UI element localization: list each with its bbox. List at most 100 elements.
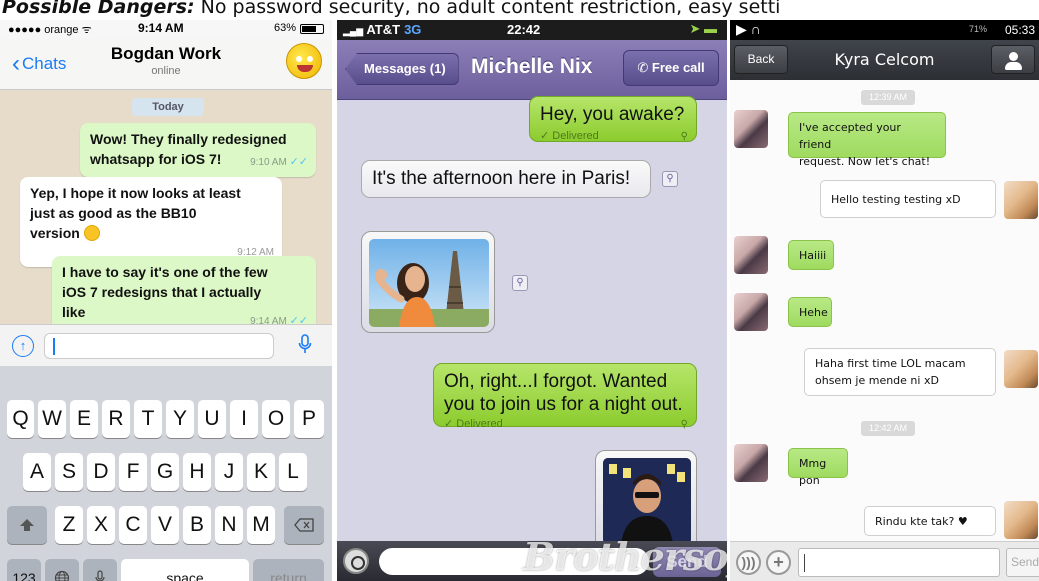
return-key[interactable]: return xyxy=(253,559,324,581)
status-bar: ▶ ∩ 71% 05:33 xyxy=(730,20,1039,40)
key-z[interactable]: Z xyxy=(55,506,83,544)
key-o[interactable]: O xyxy=(262,400,290,438)
plus-icon[interactable]: + xyxy=(766,550,791,575)
message-bubble-incoming[interactable]: Hehe xyxy=(788,297,832,327)
contact-avatar[interactable] xyxy=(734,444,768,482)
key-e[interactable]: E xyxy=(70,400,98,438)
key-x[interactable]: X xyxy=(87,506,115,544)
key-u[interactable]: U xyxy=(198,400,226,438)
message-line: iOS 7 redesigns that I actually xyxy=(62,284,262,300)
person-icon[interactable] xyxy=(991,45,1035,74)
status-bar: ●●●●● orange ᯤ 9:14 AM 63% xyxy=(0,20,332,38)
photo-message-incoming[interactable] xyxy=(361,231,495,333)
contact-avatar[interactable] xyxy=(734,110,768,148)
message-text: It's the afternoon here in Paris! xyxy=(372,168,631,189)
message-bubble-outgoing[interactable]: Hello testing testing xD xyxy=(820,180,996,218)
message-text: Hey, you awake? xyxy=(540,104,685,125)
shift-key[interactable] xyxy=(7,506,47,544)
message-bubble-incoming[interactable]: Haiiii xyxy=(788,240,834,270)
message-bubble-outgoing[interactable]: Haha first time LOL macam ohsem je mende… xyxy=(804,348,996,396)
contact-avatar[interactable] xyxy=(286,43,322,79)
message-bubble-incoming[interactable]: Yep, I hope it now looks at least just a… xyxy=(20,177,282,267)
message-bubble-outgoing[interactable]: Wow! They finally redesigned whatsapp fo… xyxy=(80,123,316,177)
chat-header: ‹ Chats Bogdan Work online xyxy=(0,38,332,90)
key-l[interactable]: L xyxy=(279,453,307,491)
message-line: request. Now let's chat! xyxy=(799,155,931,168)
space-key[interactable]: space xyxy=(121,559,249,581)
message-line: Hello testing testing xD xyxy=(831,193,961,206)
message-line: I've accepted your friend xyxy=(799,121,901,151)
key-t[interactable]: T xyxy=(134,400,162,438)
contact-name: Bogdan Work xyxy=(110,44,222,63)
free-call-button[interactable]: ✆ Free call xyxy=(623,50,719,86)
caption-text: No password security, no adult content r… xyxy=(194,0,781,18)
messages-back-button[interactable]: Messages (1) xyxy=(345,53,459,85)
message-line: Wow! They finally redesigned xyxy=(90,131,287,147)
whatsapp-screen: ●●●●● orange ᯤ 9:14 AM 63% ‹ Chats Bogdan… xyxy=(0,20,332,581)
location-pin-icon[interactable]: ⚲ xyxy=(512,275,528,291)
my-avatar[interactable] xyxy=(1004,350,1038,388)
delivery-status: ✓ Delivered xyxy=(444,418,503,430)
message-bubble-incoming[interactable]: It's the afternoon here in Paris! xyxy=(361,160,651,198)
message-line: Haiiii xyxy=(799,249,827,262)
globe-icon[interactable] xyxy=(45,559,79,581)
key-n[interactable]: N xyxy=(215,506,243,544)
message-bubble-outgoing[interactable]: Rindu kte tak? ♥ xyxy=(864,506,996,536)
location-pin-icon: ⚲ xyxy=(680,131,688,142)
message-line: Mmg pon xyxy=(799,457,827,487)
chat-header: Back Kyra Celcom xyxy=(730,40,1039,80)
dictation-microphone-icon[interactable] xyxy=(83,559,117,581)
photo-thumbnail xyxy=(603,458,691,544)
key-f[interactable]: F xyxy=(119,453,147,491)
send-button[interactable]: Send xyxy=(1006,548,1039,577)
date-divider: Today xyxy=(132,98,204,116)
contact-avatar[interactable] xyxy=(734,293,768,331)
message-bubble-incoming[interactable]: Mmg pon xyxy=(788,448,848,487)
read-receipt-icon: ✓✓ xyxy=(289,156,308,168)
contact-avatar[interactable] xyxy=(734,236,768,274)
location-pin-icon[interactable]: ⚲ xyxy=(662,171,678,187)
clock: 22:42 xyxy=(507,22,541,37)
key-j[interactable]: J xyxy=(215,453,243,491)
wechat-screen: ▶ ∩ 71% 05:33 Back Kyra Celcom 12:39 AM … xyxy=(730,20,1039,581)
signal-icon: ▂▄▆ xyxy=(343,26,364,36)
message-line: Haha first time LOL macam xyxy=(815,357,966,370)
message-input[interactable] xyxy=(44,333,274,359)
key-m[interactable]: M xyxy=(247,506,275,544)
backspace-key[interactable] xyxy=(284,506,324,544)
viber-screen: ▂▄▆ AT&T 3G 22:42 ➤ ▬ Messages (1) Michel… xyxy=(337,20,727,581)
key-g[interactable]: G xyxy=(151,453,179,491)
key-b[interactable]: B xyxy=(183,506,211,544)
key-y[interactable]: Y xyxy=(166,400,194,438)
microphone-icon[interactable] xyxy=(298,334,312,359)
free-call-label: Free call xyxy=(651,60,705,75)
camera-icon[interactable] xyxy=(343,548,369,574)
message-input[interactable] xyxy=(798,548,1000,577)
message-bubble-outgoing[interactable]: Oh, right...I forgot. Wanted you to join… xyxy=(433,363,697,430)
delivery-text: Delivered xyxy=(552,130,599,142)
carrier-text: AT&T xyxy=(366,22,401,37)
key-h[interactable]: H xyxy=(183,453,211,491)
key-i[interactable]: I xyxy=(230,400,258,438)
caption-bold: Possible Dangers: xyxy=(2,0,195,18)
key-c[interactable]: C xyxy=(119,506,147,544)
my-avatar[interactable] xyxy=(1004,501,1038,539)
key-k[interactable]: K xyxy=(247,453,275,491)
key-w[interactable]: W xyxy=(38,400,66,438)
my-avatar[interactable] xyxy=(1004,181,1038,219)
message-bubble-outgoing[interactable]: Hey, you awake? ✓ Delivered ⚲ xyxy=(529,96,697,142)
compose-bar: ↑ xyxy=(0,324,332,366)
voice-icon[interactable]: ))) xyxy=(736,550,761,575)
battery-icon: ➤ ▬ xyxy=(689,21,717,36)
numbers-key[interactable]: 123 xyxy=(7,559,41,581)
key-d[interactable]: D xyxy=(87,453,115,491)
key-s[interactable]: S xyxy=(55,453,83,491)
key-a[interactable]: A xyxy=(23,453,51,491)
key-r[interactable]: R xyxy=(102,400,130,438)
key-p[interactable]: P xyxy=(294,400,324,438)
message-bubble-incoming[interactable]: I've accepted your friend request. Now l… xyxy=(788,112,946,168)
key-q[interactable]: Q xyxy=(7,400,34,438)
attach-icon[interactable]: ↑ xyxy=(12,335,34,357)
key-v[interactable]: V xyxy=(151,506,179,544)
keyboard: Q W E R T Y U I O P A S D F G H J K L Z … xyxy=(0,366,332,581)
